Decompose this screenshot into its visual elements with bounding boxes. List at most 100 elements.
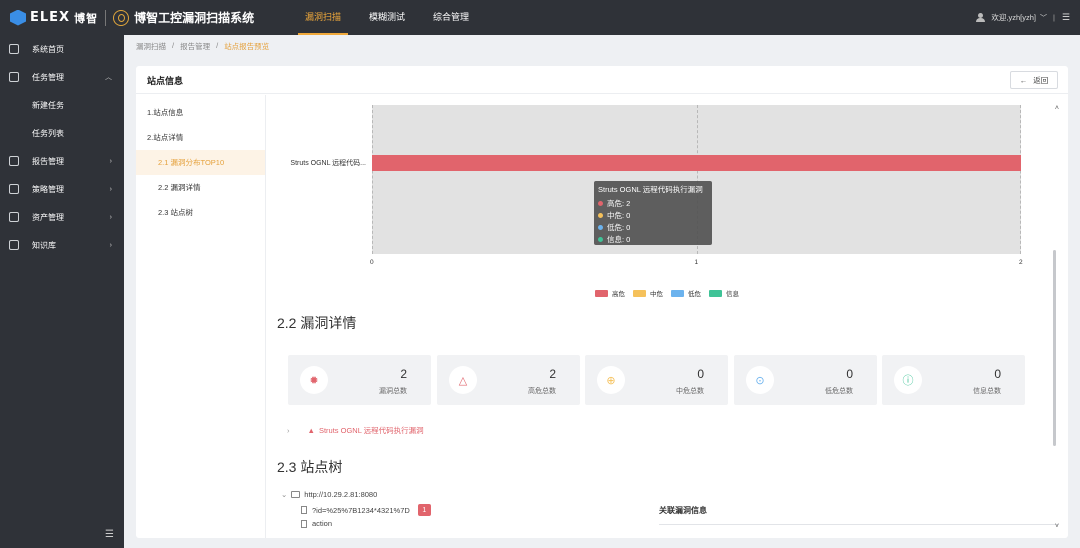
emblem-icon [113,9,130,26]
sidebar-item-policy[interactable]: 策略管理 › [0,175,124,203]
user-icon [976,13,986,22]
card-header: 站点信息 ← 返回 [136,66,1068,94]
legend-item[interactable]: 高危 [595,288,625,298]
stat-medium: ⊕ 0 中危总数 [585,355,728,405]
task-icon [9,72,19,82]
stat-total: ✹ 2 漏洞总数 [288,355,431,405]
scroll-up-icon[interactable]: ˄ [1055,105,1059,112]
nav-vuln-scan[interactable]: 漏洞扫描 [298,0,349,35]
sidebar-item-home[interactable]: 系统首页 [0,35,124,63]
related-vuln-title: 关联漏洞信息 [659,505,1059,525]
report-content: Struts OGNL 远程代码执行漏洞 高危: 2 中危: 0 低危: 0 信… [267,95,1068,538]
policy-icon [9,184,19,194]
app-title: 博智工控漏洞扫描系统 [134,11,255,25]
chevron-down-icon[interactable]: ⌄ [281,490,287,499]
chart-x-tick: 1 [694,259,699,266]
sidebar-item-asset[interactable]: 资产管理 › [0,203,124,231]
toc-item[interactable]: 2.3 站点树 [136,200,265,225]
section-title-site-tree: 2.3 站点树 [277,459,343,475]
chart-x-tick: 0 [370,259,374,266]
chart-y-category: Struts OGNL 远程代码... [290,160,366,167]
legend-item[interactable]: 中危 [633,288,663,298]
card-title: 站点信息 [147,76,184,86]
report-card: 站点信息 ← 返回 1.站点信息 2.站点详情 2.1 漏洞分布TOP10 2.… [136,66,1068,538]
breadcrumb-current: 站点报告预览 [224,42,270,51]
user-greeting: 欢迎,yzh[yzh] [991,13,1036,22]
report-icon [9,156,19,166]
brand: ELEX 博智 博智工控漏洞扫描系统 [10,8,254,27]
chart-bar[interactable] [372,155,1021,171]
vuln-count-badge: 1 [417,504,431,516]
chart-gridline [1020,105,1021,254]
breadcrumb-item[interactable]: 报告管理 [180,41,210,53]
chart-tooltip: Struts OGNL 远程代码执行漏洞 高危: 2 中危: 0 低危: 0 信… [594,181,712,245]
legend-label: 高危 [612,291,625,298]
chevron-down-icon[interactable]: ﹀ [1040,13,1047,23]
breadcrumb-item[interactable]: 漏洞扫描 [136,41,166,53]
down-arrow-icon: ⊙ [746,366,774,394]
legend-swatch [595,289,608,297]
sidebar-item-task[interactable]: 任务管理 ︿ [0,63,124,91]
menu-icon[interactable]: ☰ [1062,12,1070,23]
collapse-sidebar-icon[interactable]: ☰ [105,529,114,540]
legend-item[interactable]: 信息 [709,288,739,298]
chart-gridline [372,105,373,254]
chart-x-tick: 2 [1019,259,1023,266]
chevron-right-icon[interactable]: › [287,426,290,435]
sidebar-item-knowledge[interactable]: 知识库 › [0,231,124,259]
vuln-list-item[interactable]: › ▲ Struts OGNL 远程代码执行漏洞 [287,425,424,436]
top-nav: 漏洞扫描 模糊测试 综合管理 [298,0,490,35]
stat-low: ⊙ 0 低危总数 [734,355,877,405]
knowledge-icon [9,240,19,250]
elex-logo-icon [10,9,26,26]
section-title-vuln-details: 2.2 漏洞详情 [277,315,357,331]
vuln-top10-chart: Struts OGNL 远程代码执行漏洞 高危: 2 中危: 0 低危: 0 信… [372,105,1021,254]
sidebar-item-task-list[interactable]: 任务列表 [0,119,124,147]
sidebar-item-new-task[interactable]: 新建任务 [0,91,124,119]
legend-swatch [671,289,684,297]
legend-item[interactable]: 低危 [671,288,701,298]
chevron-right-icon: › [109,241,112,249]
nav-general-manage[interactable]: 综合管理 [426,0,476,35]
file-icon [301,506,307,514]
toc-item[interactable]: 2.站点详情 [136,125,265,150]
folder-icon [291,491,301,498]
chevron-right-icon: › [109,157,112,165]
chevron-right-icon: › [109,185,112,193]
legend-swatch [633,289,646,297]
scroll-down-icon[interactable]: ˅ [1055,523,1059,530]
table-of-contents: 1.站点信息 2.站点详情 2.1 漏洞分布TOP10 2.2 漏洞详情 2.3… [136,95,266,538]
chevron-right-icon: › [109,213,112,221]
tree-node-root[interactable]: ⌄ http://10.29.2.81:8080 [281,490,377,499]
home-icon [9,44,19,54]
sidebar-item-report[interactable]: 报告管理 › [0,147,124,175]
toc-item[interactable]: 1.站点信息 [136,100,265,125]
scrollbar-thumb[interactable] [1053,250,1056,446]
toc-item-active[interactable]: 2.1 漏洞分布TOP10 [136,150,265,175]
info-icon: ⓘ [894,366,922,394]
legend-label: 信息 [726,291,739,298]
asset-icon [9,212,19,222]
legend-swatch [709,289,722,297]
toc-item[interactable]: 2.2 漏洞详情 [136,175,265,200]
tree-node[interactable]: action [301,519,332,528]
up-arrow-icon: ⊕ [597,366,625,394]
top-bar: ELEX 博智 博智工控漏洞扫描系统 漏洞扫描 模糊测试 综合管理 欢迎,yzh[… [0,0,1080,35]
legend-label: 中危 [650,291,663,298]
user-menu[interactable]: 欢迎,yzh[yzh] ﹀ | ☰ [976,0,1070,35]
chevron-up-icon: ︿ [105,74,112,81]
warning-icon: △ [449,366,477,394]
nav-fuzz-test[interactable]: 模糊测试 [362,0,412,35]
legend-label: 低危 [688,291,701,298]
arrow-left-icon: ← [1019,75,1028,85]
stat-info: ⓘ 0 信息总数 [882,355,1025,405]
chart-legend: 高危 中危 低危 信息 [595,288,747,298]
tree-node[interactable]: ?id=%25%7B1234*4321%7D 1 [301,504,431,516]
warning-icon: ▲ [307,426,315,435]
elex-logo: ELEX 博智 [10,9,98,26]
bug-icon: ✹ [300,366,328,394]
file-icon [301,519,307,528]
back-button[interactable]: ← 返回 [1010,71,1058,89]
stat-high: △ 2 高危总数 [437,355,580,405]
breadcrumb: 漏洞扫描 / 报告管理 / 站点报告预览 [136,41,270,53]
